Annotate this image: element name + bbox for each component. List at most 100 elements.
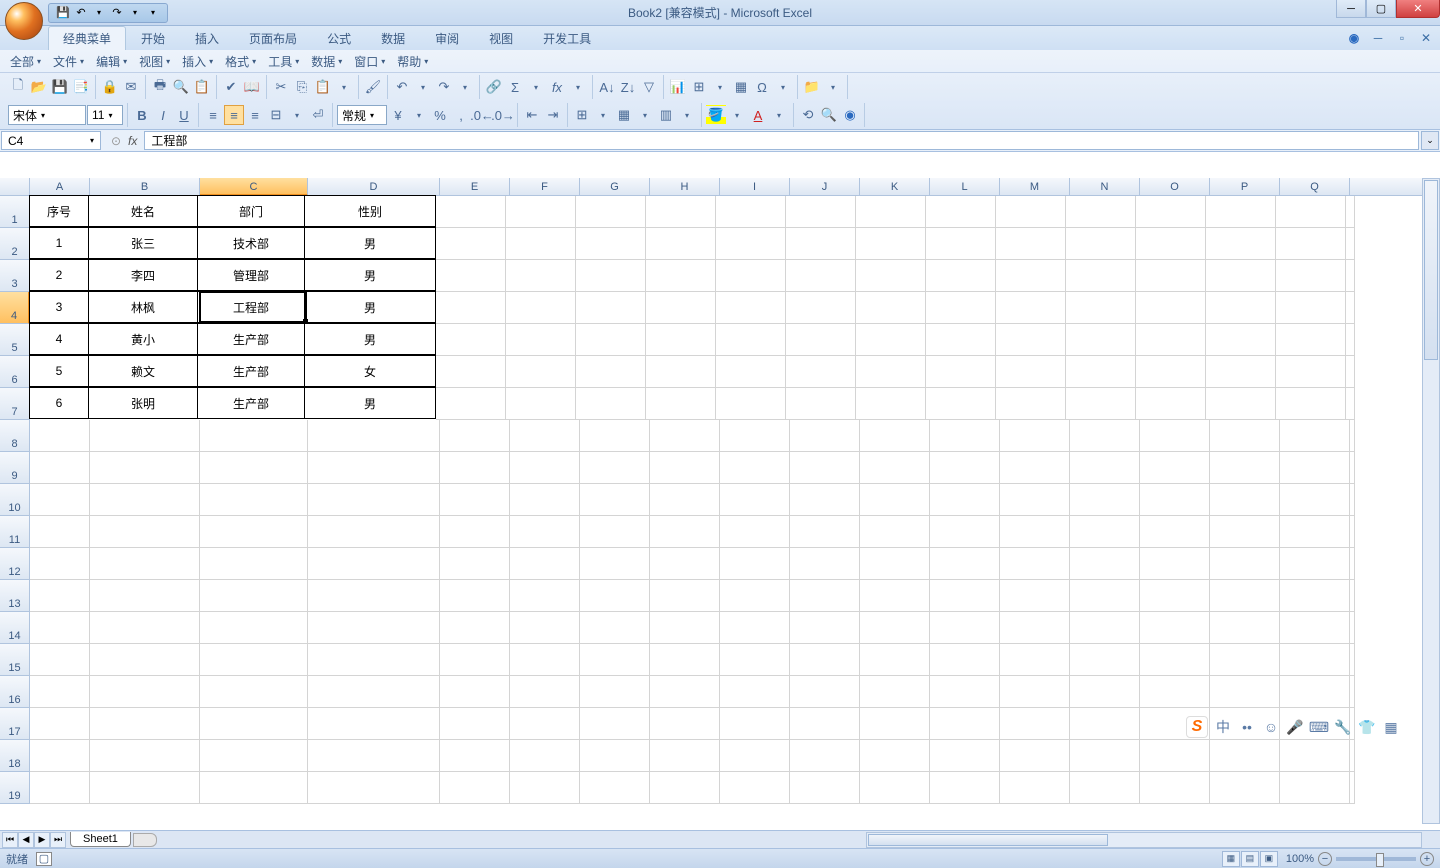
- cell[interactable]: [436, 356, 506, 388]
- cell[interactable]: 序号: [29, 195, 89, 227]
- cell[interactable]: [1210, 772, 1280, 804]
- cell[interactable]: [90, 612, 200, 644]
- row-header[interactable]: 11: [0, 516, 30, 548]
- cell[interactable]: [930, 708, 1000, 740]
- cell[interactable]: [308, 420, 440, 452]
- cell[interactable]: [650, 644, 720, 676]
- row-header[interactable]: 6: [0, 356, 30, 388]
- cell[interactable]: [440, 612, 510, 644]
- cell[interactable]: [786, 292, 856, 324]
- redo-icon[interactable]: ↷: [109, 5, 125, 21]
- format-painter-icon[interactable]: 🖌: [363, 77, 383, 97]
- cell[interactable]: [790, 484, 860, 516]
- cell[interactable]: [580, 772, 650, 804]
- cell[interactable]: [996, 324, 1066, 356]
- cell[interactable]: [1000, 612, 1070, 644]
- cell[interactable]: [440, 484, 510, 516]
- tab-formulas[interactable]: 公式: [312, 26, 366, 50]
- cell[interactable]: [930, 516, 1000, 548]
- cell[interactable]: [580, 420, 650, 452]
- sheet-nav-next-icon[interactable]: ▶: [34, 832, 50, 848]
- cell[interactable]: [1066, 292, 1136, 324]
- cell[interactable]: [1276, 324, 1346, 356]
- cell[interactable]: [510, 644, 580, 676]
- cell[interactable]: [200, 516, 308, 548]
- cell[interactable]: 部门: [197, 195, 305, 227]
- cell[interactable]: [510, 708, 580, 740]
- cell[interactable]: 生产部: [197, 387, 305, 419]
- cell[interactable]: [580, 452, 650, 484]
- row-header[interactable]: 15: [0, 644, 30, 676]
- folder-drop-icon[interactable]: ▾: [823, 77, 843, 97]
- cell[interactable]: [1000, 580, 1070, 612]
- menu-file[interactable]: 文件: [47, 51, 90, 72]
- cell[interactable]: [930, 484, 1000, 516]
- research-icon[interactable]: 📖: [242, 77, 262, 97]
- cell[interactable]: [30, 644, 90, 676]
- cell[interactable]: [930, 612, 1000, 644]
- col-header[interactable]: Q: [1280, 178, 1350, 196]
- cell[interactable]: [200, 676, 308, 708]
- cell[interactable]: [90, 580, 200, 612]
- wrap-icon[interactable]: ⏎: [308, 105, 328, 125]
- col-header[interactable]: E: [440, 178, 510, 196]
- cell[interactable]: [200, 612, 308, 644]
- cell[interactable]: [1206, 356, 1276, 388]
- cell[interactable]: [200, 740, 308, 772]
- cell[interactable]: [200, 484, 308, 516]
- folder-icon[interactable]: 📁: [802, 77, 822, 97]
- cell[interactable]: [650, 740, 720, 772]
- cell[interactable]: [1140, 516, 1210, 548]
- undo-icon[interactable]: ↶: [73, 5, 89, 21]
- cell[interactable]: [720, 452, 790, 484]
- decrease-decimal-icon[interactable]: .0→: [493, 105, 513, 125]
- cell[interactable]: [716, 196, 786, 228]
- cell[interactable]: [90, 644, 200, 676]
- bold-icon[interactable]: B: [132, 105, 152, 125]
- cell[interactable]: [720, 644, 790, 676]
- cell[interactable]: [1350, 484, 1355, 516]
- cell[interactable]: [646, 388, 716, 420]
- cell[interactable]: [506, 292, 576, 324]
- cell[interactable]: [930, 580, 1000, 612]
- cell[interactable]: 赖文: [88, 355, 198, 387]
- cell[interactable]: [506, 260, 576, 292]
- cell[interactable]: [436, 388, 506, 420]
- cell[interactable]: [1280, 452, 1350, 484]
- cell[interactable]: [716, 260, 786, 292]
- cell[interactable]: [1280, 420, 1350, 452]
- tab-developer[interactable]: 开发工具: [528, 26, 606, 50]
- cell[interactable]: [860, 484, 930, 516]
- cell[interactable]: [926, 260, 996, 292]
- cell[interactable]: 男: [304, 259, 436, 291]
- zoom-in-icon[interactable]: +: [1420, 852, 1434, 866]
- row-header[interactable]: 17: [0, 708, 30, 740]
- col-header[interactable]: M: [1000, 178, 1070, 196]
- paste-icon[interactable]: 📋: [313, 77, 333, 97]
- menu-data[interactable]: 数据: [305, 51, 348, 72]
- sheet-nav-first-icon[interactable]: ⏮: [2, 832, 18, 848]
- cell[interactable]: [720, 516, 790, 548]
- cell[interactable]: [90, 420, 200, 452]
- cell[interactable]: [1070, 484, 1140, 516]
- cell[interactable]: 1: [29, 227, 89, 259]
- borders-drop-icon[interactable]: ▾: [593, 105, 613, 125]
- cell[interactable]: 男: [304, 291, 436, 323]
- spelling-icon[interactable]: ✔: [221, 77, 241, 97]
- cell[interactable]: [1276, 228, 1346, 260]
- cell[interactable]: [510, 484, 580, 516]
- preview-icon[interactable]: 🔍: [171, 77, 191, 97]
- cell[interactable]: [30, 740, 90, 772]
- cell[interactable]: [576, 260, 646, 292]
- cell[interactable]: [1070, 708, 1140, 740]
- cell[interactable]: [90, 676, 200, 708]
- cell[interactable]: 男: [304, 227, 436, 259]
- cell[interactable]: [1140, 420, 1210, 452]
- cell[interactable]: [716, 228, 786, 260]
- cell[interactable]: [650, 452, 720, 484]
- col-header[interactable]: B: [90, 178, 200, 196]
- cell[interactable]: [1136, 324, 1206, 356]
- cell[interactable]: [436, 324, 506, 356]
- cell[interactable]: [506, 228, 576, 260]
- menu-tools[interactable]: 工具: [262, 51, 305, 72]
